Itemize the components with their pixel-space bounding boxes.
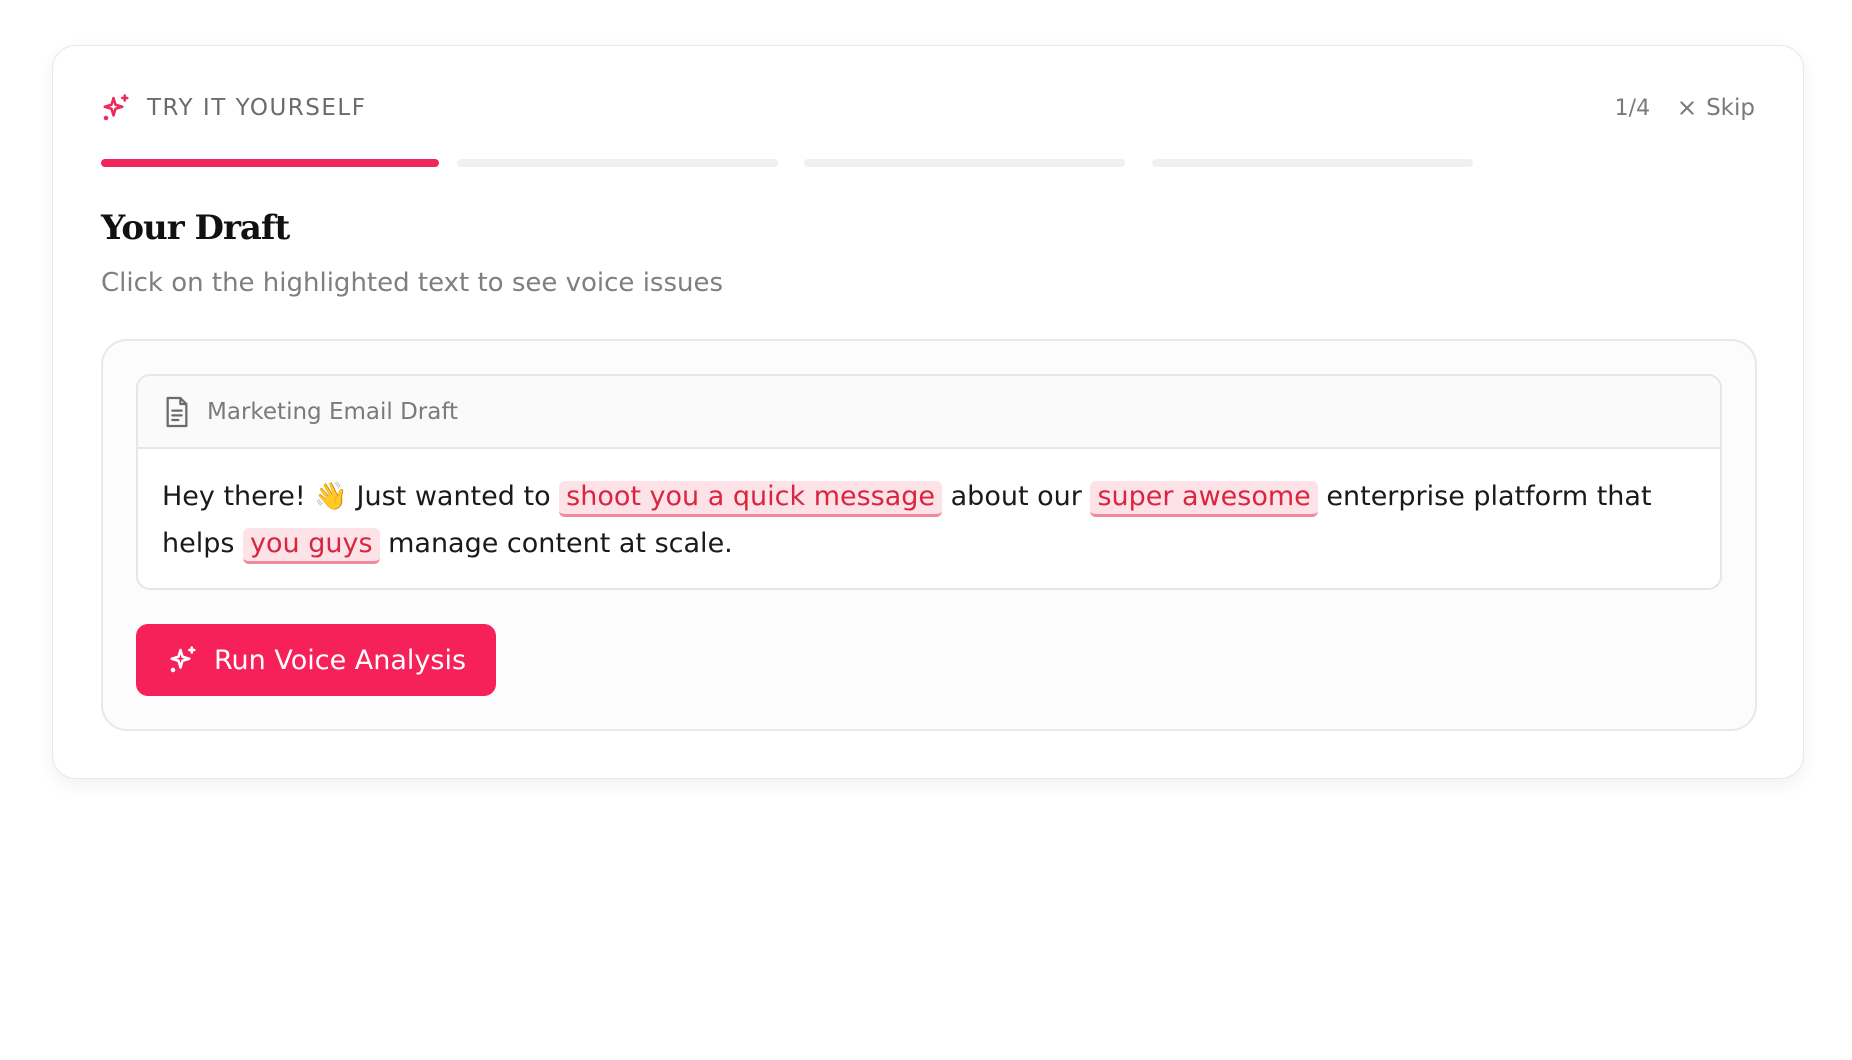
card-header: TRY IT YOURSELF 1/4 Skip — [101, 88, 1755, 128]
skip-button[interactable]: Skip — [1678, 95, 1755, 121]
brand: TRY IT YOURSELF — [101, 93, 366, 123]
progress-segment — [1152, 159, 1473, 167]
highlighted-phrase[interactable]: shoot you a quick message — [559, 481, 943, 517]
run-button-label: Run Voice Analysis — [214, 644, 467, 676]
draft-text-segment: Hey there! 👋 Just wanted to — [162, 481, 560, 512]
progress-segment — [804, 159, 1125, 167]
document-icon — [163, 396, 191, 428]
progress-segment — [101, 159, 439, 167]
run-voice-analysis-button[interactable]: Run Voice Analysis — [136, 624, 496, 696]
close-icon — [1678, 99, 1696, 117]
step-counter: 1/4 — [1614, 95, 1651, 121]
progress-segment — [457, 159, 778, 167]
document-title: Marketing Email Draft — [207, 398, 459, 425]
document-header: Marketing Email Draft — [138, 376, 1720, 449]
highlighted-phrase[interactable]: super awesome — [1090, 481, 1318, 517]
draft-panel: Marketing Email Draft Hey there! 👋 Just … — [101, 339, 1757, 731]
skip-label: Skip — [1706, 95, 1755, 121]
progress-bar — [101, 159, 1757, 167]
highlighted-phrase[interactable]: you guys — [243, 528, 380, 564]
header-label: TRY IT YOURSELF — [147, 95, 367, 121]
sparkles-icon — [168, 645, 198, 675]
draft-text: Hey there! 👋 Just wanted to shoot you a … — [138, 449, 1720, 567]
draft-text-segment: about our — [942, 481, 1091, 512]
draft-document: Marketing Email Draft Hey there! 👋 Just … — [136, 374, 1722, 590]
sparkles-icon — [101, 93, 131, 123]
page-subtitle: Click on the highlighted text to see voi… — [101, 268, 724, 298]
draft-text-segment: manage content at scale. — [379, 528, 733, 559]
onboarding-card: TRY IT YOURSELF 1/4 Skip Your Draft Clic… — [52, 45, 1804, 779]
page-title: Your Draft — [101, 208, 290, 248]
header-controls: 1/4 Skip — [1615, 95, 1755, 121]
